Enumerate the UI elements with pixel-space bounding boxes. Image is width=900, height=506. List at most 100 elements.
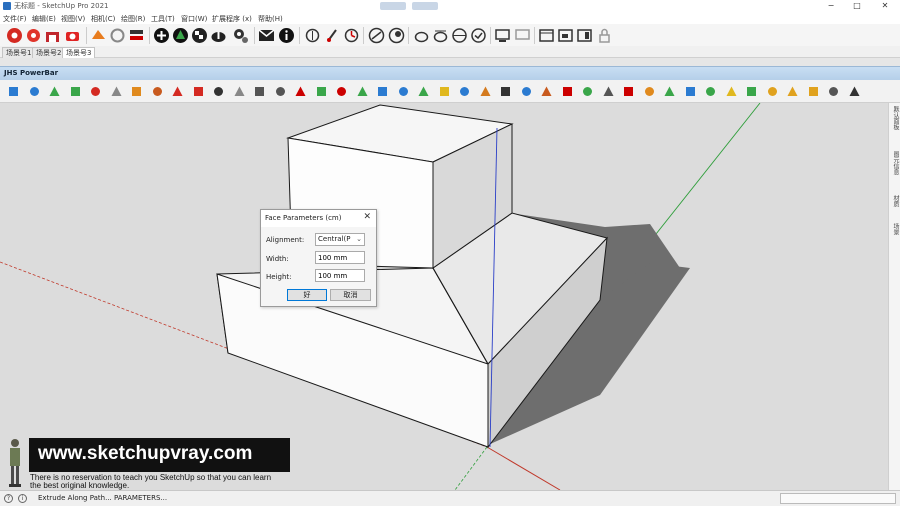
component-icon[interactable] bbox=[643, 85, 656, 98]
grid-icon[interactable] bbox=[376, 85, 389, 98]
export-icon[interactable] bbox=[90, 27, 107, 44]
tray-tab[interactable]: 默认面板 bbox=[890, 106, 900, 130]
info-icon[interactable] bbox=[278, 27, 295, 44]
curve-icon[interactable] bbox=[274, 85, 287, 98]
scatter-icon[interactable] bbox=[294, 85, 307, 98]
width-input[interactable] bbox=[315, 251, 365, 264]
close-icon[interactable]: ✕ bbox=[363, 213, 371, 222]
snowflake-icon[interactable] bbox=[397, 85, 410, 98]
menu-help[interactable]: 帮助(H) bbox=[258, 14, 283, 24]
height-input[interactable] bbox=[315, 269, 365, 282]
maximize-button[interactable]: □ bbox=[844, 0, 870, 12]
render-region-icon[interactable] bbox=[514, 27, 531, 44]
face-blue-icon[interactable] bbox=[28, 85, 41, 98]
menu-extensions[interactable]: 扩展程序 (x) bbox=[212, 14, 252, 24]
window-grid-icon[interactable] bbox=[704, 85, 717, 98]
scene-tab[interactable]: 场景号2 bbox=[32, 47, 66, 58]
scale-icon[interactable] bbox=[171, 85, 184, 98]
move-icon[interactable] bbox=[356, 85, 369, 98]
close-button[interactable]: ✕ bbox=[872, 0, 898, 12]
ok-button[interactable]: 好 bbox=[287, 289, 327, 301]
lock-icon[interactable] bbox=[596, 27, 613, 44]
minimize-button[interactable]: − bbox=[818, 0, 844, 12]
menu-tools[interactable]: 工具(T) bbox=[151, 14, 175, 24]
scene-canvas[interactable] bbox=[0, 103, 888, 490]
shadow-icon[interactable] bbox=[388, 27, 405, 44]
teapot-icon[interactable] bbox=[413, 27, 430, 44]
path-icon[interactable] bbox=[253, 85, 266, 98]
tray-tab[interactable]: 材质 bbox=[890, 195, 900, 207]
help-icon[interactable]: ? bbox=[4, 494, 13, 503]
paint-icon[interactable] bbox=[151, 85, 164, 98]
table-icon[interactable] bbox=[725, 85, 738, 98]
model-info-icon[interactable] bbox=[304, 27, 321, 44]
push-pull-icon[interactable] bbox=[602, 85, 615, 98]
sketchup-home-icon[interactable] bbox=[6, 27, 23, 44]
dots-icon[interactable] bbox=[827, 85, 840, 98]
flag-icon[interactable] bbox=[233, 85, 246, 98]
face-outline-icon[interactable] bbox=[110, 85, 123, 98]
gear-icon[interactable] bbox=[25, 27, 42, 44]
model-viewport[interactable] bbox=[0, 103, 888, 490]
window-icon[interactable] bbox=[538, 27, 555, 44]
orbit-icon[interactable] bbox=[479, 85, 492, 98]
tray-tab[interactable]: 场景 bbox=[890, 223, 900, 235]
tag-icon[interactable] bbox=[581, 85, 594, 98]
tree-icon[interactable] bbox=[172, 27, 189, 44]
tile-solid-icon[interactable] bbox=[807, 85, 820, 98]
rotate-icon[interactable] bbox=[130, 85, 143, 98]
checker-icon[interactable] bbox=[191, 27, 208, 44]
window-stack-icon[interactable] bbox=[557, 27, 574, 44]
node-icon[interactable] bbox=[315, 85, 328, 98]
add-icon[interactable] bbox=[153, 27, 170, 44]
cancel-button[interactable]: 取消 bbox=[330, 289, 371, 301]
offset-icon[interactable] bbox=[622, 85, 635, 98]
tile-grid-icon[interactable] bbox=[786, 85, 799, 98]
sphere-icon[interactable] bbox=[451, 27, 468, 44]
face-red-icon[interactable] bbox=[89, 85, 102, 98]
clock-icon[interactable] bbox=[343, 27, 360, 44]
scene-tab-active[interactable]: 场景号3 bbox=[62, 47, 96, 58]
scene-tab[interactable]: 场景号1 bbox=[2, 47, 36, 58]
bucket-icon[interactable] bbox=[540, 85, 553, 98]
interactive-render-icon[interactable] bbox=[470, 27, 487, 44]
menu-view[interactable]: 视图(V) bbox=[61, 14, 85, 24]
tile-icon[interactable] bbox=[766, 85, 779, 98]
extension-gear-icon[interactable] bbox=[232, 27, 249, 44]
box-icon[interactable] bbox=[212, 85, 225, 98]
cloud-upload-icon[interactable] bbox=[210, 27, 227, 44]
alignment-select[interactable]: Central(P ⌄ bbox=[315, 233, 365, 246]
ring-icon[interactable] bbox=[848, 85, 861, 98]
stack-icon[interactable] bbox=[745, 85, 758, 98]
sun-icon[interactable] bbox=[499, 85, 512, 98]
face-green-icon[interactable] bbox=[69, 85, 82, 98]
tray-tab[interactable]: 图元信息 bbox=[890, 151, 900, 175]
style-icon[interactable] bbox=[368, 27, 385, 44]
frame-buffer-icon[interactable] bbox=[494, 27, 511, 44]
loop-icon[interactable] bbox=[561, 85, 574, 98]
menu-camera[interactable]: 相机(C) bbox=[91, 14, 115, 24]
pyramid-icon[interactable] bbox=[417, 85, 430, 98]
spiral-icon[interactable] bbox=[458, 85, 471, 98]
menu-edit[interactable]: 编辑(E) bbox=[32, 14, 56, 24]
measurements-box[interactable] bbox=[780, 493, 896, 504]
panel-icon[interactable] bbox=[576, 27, 593, 44]
geolocation-icon[interactable]: i bbox=[18, 494, 27, 503]
axis-icon[interactable] bbox=[520, 85, 533, 98]
cube-green-icon[interactable] bbox=[48, 85, 61, 98]
teapot-render-icon[interactable] bbox=[432, 27, 449, 44]
layout-icon[interactable] bbox=[663, 85, 676, 98]
layers-icon[interactable] bbox=[128, 27, 145, 44]
triangle-icon[interactable] bbox=[438, 85, 451, 98]
frame-icon[interactable] bbox=[684, 85, 697, 98]
mail-icon[interactable] bbox=[258, 27, 275, 44]
cube-blue-icon[interactable] bbox=[7, 85, 20, 98]
menu-draw[interactable]: 绘图(R) bbox=[121, 14, 145, 24]
warehouse-icon[interactable] bbox=[44, 27, 61, 44]
refresh-icon[interactable] bbox=[109, 27, 126, 44]
menu-window[interactable]: 窗口(W) bbox=[181, 14, 207, 24]
menu-file[interactable]: 文件(F) bbox=[3, 14, 27, 24]
cross-icon[interactable] bbox=[335, 85, 348, 98]
pen-icon[interactable] bbox=[324, 27, 341, 44]
stretch-icon[interactable] bbox=[192, 85, 205, 98]
